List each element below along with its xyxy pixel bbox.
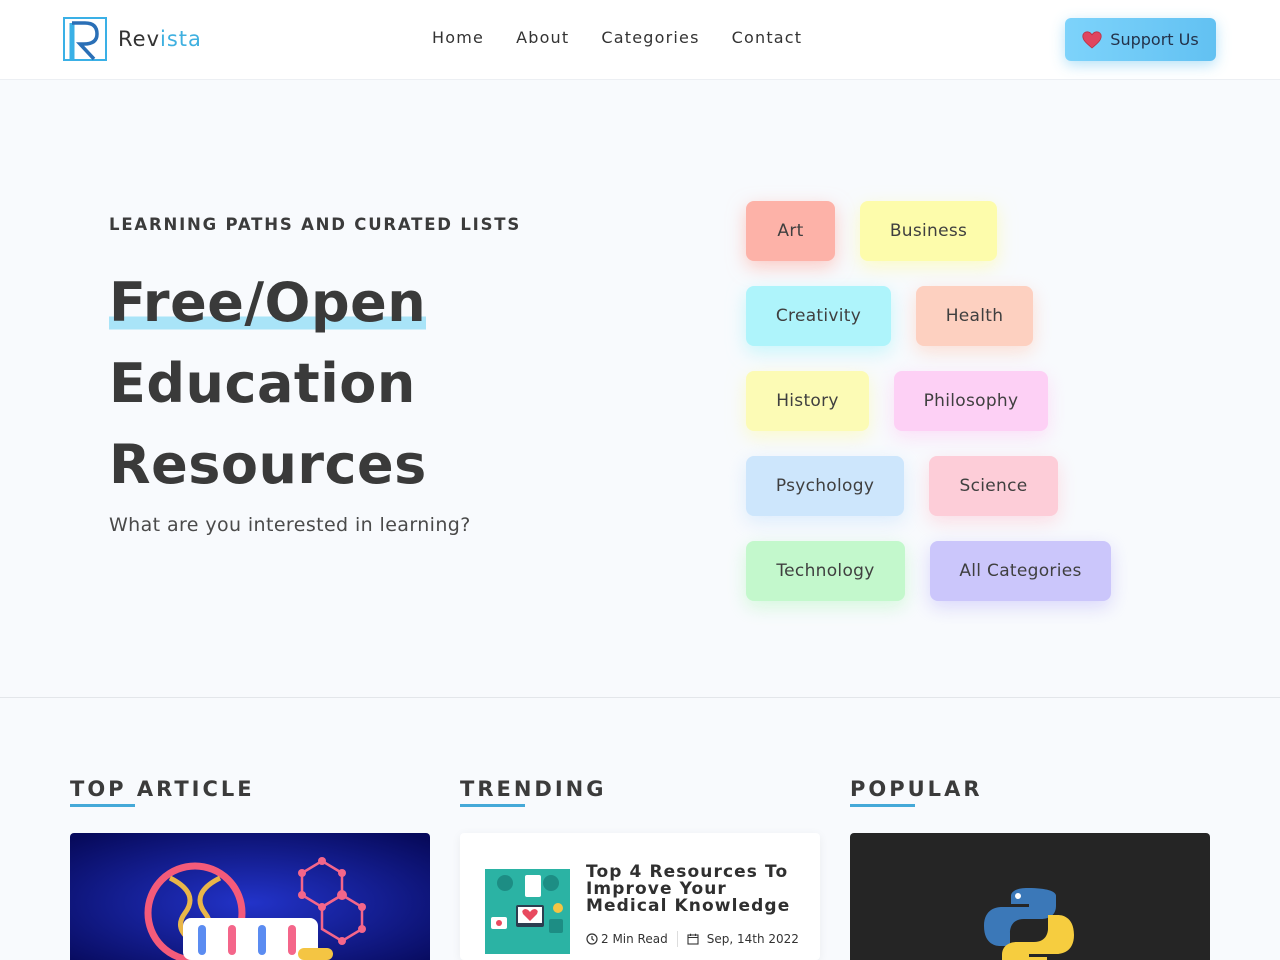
nav-categories[interactable]: Categories — [601, 28, 699, 47]
category-tag-creativity[interactable]: Creativity — [746, 286, 891, 346]
hero-eyebrow: LEARNING PATHS AND CURATED LISTS — [109, 215, 522, 234]
site-header: Revista Home About Categories Contact Su… — [0, 0, 1280, 80]
popular-heading: POPULAR — [850, 777, 983, 801]
headline-highlight: Free/Open — [109, 271, 427, 334]
category-tag-business[interactable]: Business — [860, 201, 997, 261]
publish-date-text: Sep, 14th 2022 — [706, 932, 799, 946]
logo-text: Revista — [118, 27, 202, 51]
medical-thumbnail — [485, 869, 570, 954]
nav-about[interactable]: About — [516, 28, 569, 47]
read-time: 2 Min Read — [586, 932, 668, 946]
category-tag-health[interactable]: Health — [916, 286, 1033, 346]
logo-text-accent: ista — [160, 27, 202, 51]
site-logo[interactable]: Revista — [63, 17, 202, 61]
category-tag-art[interactable]: Art — [746, 201, 835, 261]
read-time-text: 2 Min Read — [601, 932, 668, 946]
logo-text-main: Rev — [118, 27, 160, 51]
support-us-label: Support Us — [1110, 30, 1199, 49]
nav-home[interactable]: Home — [432, 28, 484, 47]
python-illustration — [850, 833, 1210, 960]
category-tag-history[interactable]: History — [746, 371, 869, 431]
dna-illustration — [70, 833, 430, 960]
category-tag-science[interactable]: Science — [929, 456, 1058, 516]
top-article-underline — [70, 804, 135, 807]
popular-article-image[interactable] — [850, 833, 1210, 960]
trending-article-title[interactable]: Top 4 Resources To Improve Your Medical … — [586, 864, 806, 915]
headline-line-2: Education — [109, 352, 416, 415]
top-article-heading: TOP ARTICLE — [70, 777, 255, 801]
main-nav: Home About Categories Contact — [432, 28, 802, 47]
hero-section: LEARNING PATHS AND CURATED LISTS Free/Op… — [0, 80, 1280, 698]
top-article-image[interactable] — [70, 833, 430, 960]
nav-contact[interactable]: Contact — [732, 28, 803, 47]
trending-underline — [460, 804, 525, 807]
clock-icon — [586, 933, 598, 945]
category-tag-technology[interactable]: Technology — [746, 541, 905, 601]
logo-mark-icon — [63, 17, 107, 61]
support-us-button[interactable]: Support Us — [1065, 18, 1216, 61]
headline-line-3: Resources — [109, 433, 427, 496]
category-tag-all-categories[interactable]: All Categories — [930, 541, 1111, 601]
trending-article-card[interactable]: Top 4 Resources To Improve Your Medical … — [460, 833, 820, 960]
category-tag-philosophy[interactable]: Philosophy — [894, 371, 1048, 431]
hero-subtitle: What are you interested in learning? — [109, 514, 471, 536]
calendar-icon — [687, 933, 699, 945]
hero-headline: Free/Open Education Resources — [109, 262, 427, 505]
trending-heading: TRENDING — [460, 777, 607, 801]
heart-icon — [1082, 30, 1102, 49]
meta-divider — [676, 931, 678, 947]
trending-article-meta: 2 Min Read Sep, 14th 2022 — [586, 931, 799, 947]
popular-underline — [850, 804, 915, 807]
publish-date: Sep, 14th 2022 — [687, 932, 799, 946]
category-tag-psychology[interactable]: Psychology — [746, 456, 904, 516]
headline-line-1: Free/Open — [109, 262, 427, 343]
